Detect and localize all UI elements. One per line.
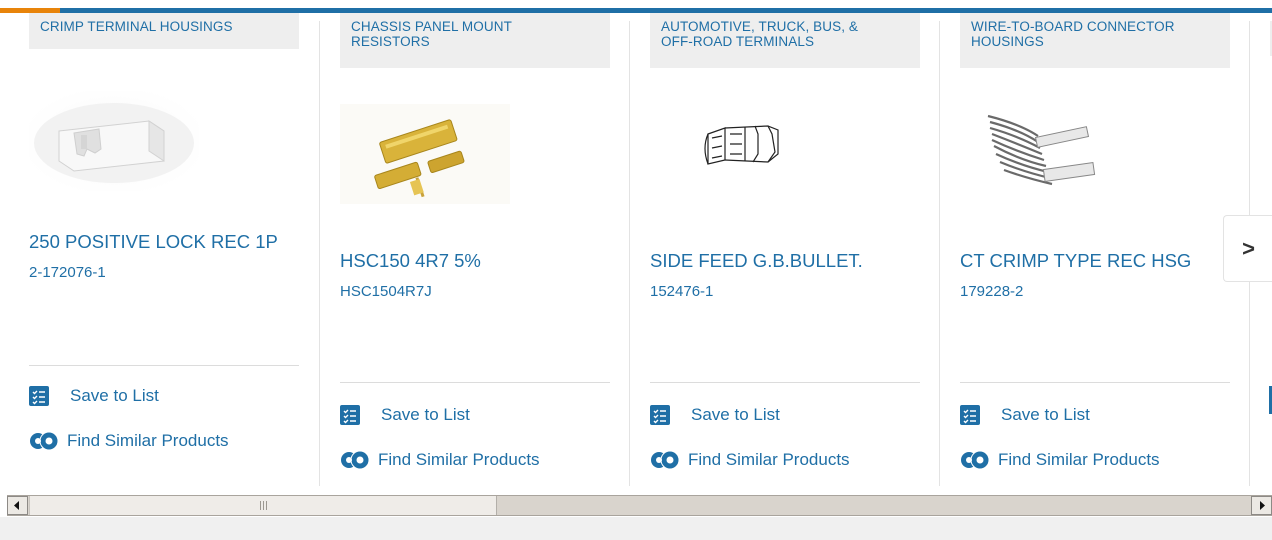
carousel-next-button[interactable]: > bbox=[1223, 215, 1272, 282]
save-to-list-button[interactable]: Save to List bbox=[650, 405, 780, 425]
save-to-list-label: Save to List bbox=[381, 405, 470, 424]
category-line: OFF-ROAD TERMINALS bbox=[661, 34, 815, 49]
save-to-list-label: Save to List bbox=[70, 386, 159, 405]
category-line: RESISTORS bbox=[351, 34, 430, 49]
category-label[interactable]: WIRE-TO-BOARD CONNECTOR HOUSINGS bbox=[960, 13, 1230, 68]
card-divider-rule bbox=[340, 382, 610, 383]
product-card: AUTOMOTIVE, TRUCK, BUS, & OFF-ROAD TERMI… bbox=[650, 13, 930, 486]
card-separator bbox=[319, 21, 320, 486]
card-divider-rule bbox=[960, 382, 1230, 383]
horizontal-scrollbar[interactable] bbox=[7, 495, 1272, 516]
checklist-icon bbox=[340, 405, 360, 425]
category-line: CRIMP TERMINAL HOUSINGS bbox=[40, 19, 233, 34]
card-divider-rule bbox=[29, 365, 299, 366]
product-image[interactable] bbox=[960, 104, 1130, 204]
product-card: CRIMP TERMINAL HOUSINGS 250 POSITIVE LOC… bbox=[29, 13, 309, 486]
product-image[interactable] bbox=[29, 91, 199, 191]
product-image[interactable] bbox=[650, 104, 820, 204]
card-divider-rule bbox=[650, 382, 920, 383]
part-number-link[interactable]: 2-172076-1 bbox=[29, 264, 106, 282]
category-label[interactable]: CHASSIS PANEL MOUNT RESISTORS bbox=[340, 13, 610, 68]
chevron-right-icon: > bbox=[1242, 235, 1255, 261]
gears-icon bbox=[30, 431, 59, 451]
category-label[interactable]: AUTOMOTIVE, TRUCK, BUS, & OFF-ROAD TERMI… bbox=[650, 13, 920, 68]
gears-icon bbox=[651, 450, 680, 470]
save-to-list-button[interactable]: Save to List bbox=[29, 386, 159, 406]
save-to-list-label: Save to List bbox=[691, 405, 780, 424]
scroll-left-arrow[interactable] bbox=[7, 496, 28, 515]
product-card: WIRE-TO-BOARD CONNECTOR HOUSINGS CT CRIM… bbox=[960, 13, 1240, 486]
gears-icon bbox=[961, 450, 990, 470]
product-title-link[interactable]: 250 POSITIVE LOCK REC 1P bbox=[29, 231, 278, 253]
page-footer-strip bbox=[0, 517, 1272, 540]
product-carousel: CRIMP TERMINAL HOUSINGS 250 POSITIVE LOC… bbox=[0, 13, 1272, 490]
category-line: WIRE-TO-BOARD CONNECTOR bbox=[971, 19, 1175, 34]
category-line: CHASSIS PANEL MOUNT bbox=[351, 19, 512, 34]
find-similar-button[interactable]: Find Similar Products bbox=[650, 448, 850, 472]
checklist-icon bbox=[29, 386, 49, 406]
part-number-link[interactable]: 152476-1 bbox=[650, 283, 713, 301]
product-card: CHASSIS PANEL MOUNT RESISTORS HSC150 4R7… bbox=[340, 13, 620, 486]
product-image[interactable] bbox=[340, 104, 510, 204]
category-line: HOUSINGS bbox=[971, 34, 1044, 49]
card-separator bbox=[629, 21, 630, 486]
grip-icon bbox=[260, 501, 267, 510]
checklist-icon bbox=[960, 405, 980, 425]
checklist-icon bbox=[650, 405, 670, 425]
part-number-link[interactable]: 179228-2 bbox=[960, 283, 1023, 301]
save-to-list-button[interactable]: Save to List bbox=[960, 405, 1090, 425]
category-line: AUTOMOTIVE, TRUCK, BUS, & bbox=[661, 19, 859, 34]
find-similar-label: Find Similar Products bbox=[378, 450, 540, 469]
scroll-right-arrow[interactable] bbox=[1251, 496, 1272, 515]
scrollbar-thumb[interactable] bbox=[29, 496, 497, 515]
find-similar-label: Find Similar Products bbox=[67, 431, 229, 450]
category-label[interactable]: CRIMP TERMINAL HOUSINGS bbox=[29, 13, 299, 49]
card-separator bbox=[939, 21, 940, 486]
find-similar-button[interactable]: Find Similar Products bbox=[340, 448, 540, 472]
find-similar-label: Find Similar Products bbox=[688, 450, 850, 469]
find-similar-label: Find Similar Products bbox=[998, 450, 1160, 469]
save-to-list-label: Save to List bbox=[1001, 405, 1090, 424]
product-title-link[interactable]: HSC150 4R7 5% bbox=[340, 250, 481, 272]
find-similar-button[interactable]: Find Similar Products bbox=[960, 448, 1160, 472]
part-number-link[interactable]: HSC1504R7J bbox=[340, 283, 432, 301]
product-title-link[interactable]: CT CRIMP TYPE REC HSG bbox=[960, 250, 1191, 272]
find-similar-button[interactable]: Find Similar Products bbox=[29, 429, 229, 453]
product-title-link[interactable]: SIDE FEED G.B.BULLET. bbox=[650, 250, 863, 272]
gears-icon bbox=[341, 450, 370, 470]
save-to-list-button[interactable]: Save to List bbox=[340, 405, 470, 425]
